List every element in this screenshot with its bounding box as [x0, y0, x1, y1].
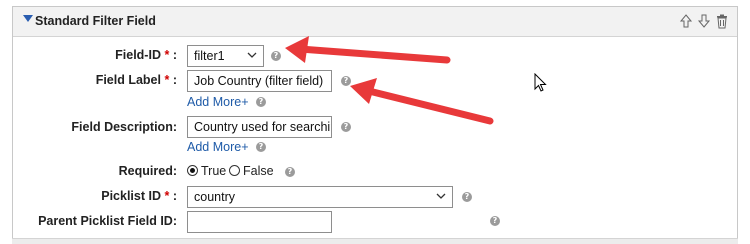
required-mark: *	[164, 48, 170, 62]
required-false-label: False	[243, 164, 274, 178]
label-colon: :	[172, 48, 177, 62]
dropdown-caret-icon	[436, 193, 446, 199]
required-false-radio[interactable]	[229, 165, 240, 176]
field-id-label: Field-ID * :	[115, 48, 177, 62]
move-down-icon[interactable]	[697, 13, 711, 29]
parent-picklist-label: Parent Picklist Field ID:	[38, 214, 177, 228]
panel-title: Standard Filter Field	[35, 14, 156, 28]
help-icon[interactable]: ?	[285, 167, 295, 177]
help-icon[interactable]: ?	[271, 51, 281, 61]
picklist-id-label: Picklist ID * :	[101, 189, 177, 203]
field-description-input[interactable]: Country used for searching	[187, 116, 332, 138]
help-icon[interactable]: ?	[462, 192, 472, 202]
delete-icon[interactable]	[715, 13, 729, 29]
field-id-label-text: Field-ID	[115, 48, 161, 62]
label-colon: :	[172, 73, 177, 87]
field-label-label-text: Field Label	[95, 73, 161, 87]
panel-bottom-bar	[12, 238, 738, 244]
panel-header: Standard Filter Field	[13, 7, 737, 37]
field-id-value: filter1	[194, 49, 225, 63]
move-up-icon[interactable]	[679, 13, 693, 29]
panel-header-actions	[679, 13, 729, 29]
field-label-input[interactable]: Job Country (filter field)	[187, 70, 332, 92]
help-icon[interactable]: ?	[341, 122, 351, 132]
dropdown-caret-icon	[247, 52, 257, 58]
field-label-label: Field Label * :	[96, 73, 177, 87]
field-description-add-more-link[interactable]: Add More+	[187, 140, 249, 154]
required-true-radio[interactable]	[187, 165, 198, 176]
parent-picklist-input[interactable]	[187, 211, 332, 233]
help-icon[interactable]: ?	[341, 76, 351, 86]
help-icon[interactable]: ?	[256, 97, 266, 107]
mouse-cursor-icon	[534, 73, 547, 92]
collapse-triangle-icon[interactable]	[23, 15, 33, 22]
help-icon[interactable]: ?	[256, 142, 266, 152]
field-label-add-more-link[interactable]: Add More+	[187, 95, 249, 109]
picklist-id-value: country	[194, 190, 235, 204]
required-mark: *	[164, 73, 170, 87]
required-mark: *	[164, 189, 170, 203]
picklist-id-select[interactable]: country	[187, 186, 453, 208]
picklist-id-label-text: Picklist ID	[101, 189, 161, 203]
label-colon: :	[172, 189, 177, 203]
help-icon[interactable]: ?	[490, 216, 500, 226]
required-label: Required:	[118, 164, 177, 178]
field-description-label: Field Description:	[71, 120, 177, 134]
required-true-label: True	[201, 164, 227, 178]
field-id-select[interactable]: filter1	[187, 45, 264, 67]
